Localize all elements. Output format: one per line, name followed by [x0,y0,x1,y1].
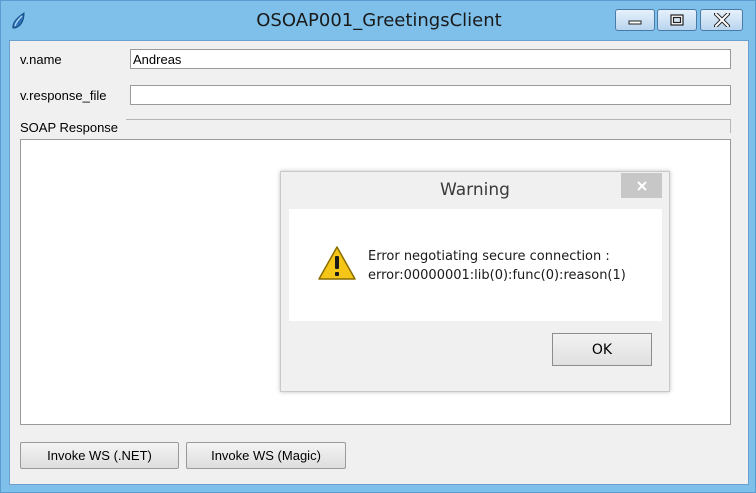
ok-button[interactable]: OK [552,333,652,366]
soap-response-group-border [126,119,731,133]
response-file-input[interactable] [130,85,731,105]
soap-response-label: SOAP Response [20,120,119,135]
dialog-close-button[interactable] [621,173,662,198]
maximize-icon [670,14,684,26]
invoke-ws-net-button[interactable]: Invoke WS (.NET) [20,442,179,469]
warning-dialog: Warning Error negotiating secure connect… [280,171,670,392]
response-file-label: v.response_file [20,88,107,103]
dialog-message-line1: Error negotiating secure connection : [368,249,610,264]
minimize-icon [628,20,642,25]
dialog-message-line2: error:00000001:lib(0):func(0):reason(1) [368,268,626,283]
invoke-ws-magic-button[interactable]: Invoke WS (Magic) [186,442,346,469]
maximize-button[interactable] [657,9,697,31]
name-input[interactable] [130,49,731,69]
name-label: v.name [20,52,62,67]
warning-icon [317,245,357,285]
close-icon [713,13,730,27]
close-icon [636,180,647,191]
main-window: OSOAP001_GreetingsClient v.name v.respon… [0,0,756,493]
close-button[interactable] [700,9,743,31]
title-bar[interactable]: OSOAP001_GreetingsClient [1,1,756,41]
dialog-message: Error negotiating secure connection : er… [368,247,626,285]
dialog-title: Warning [440,180,510,200]
dialog-body: Error negotiating secure connection : er… [289,209,662,321]
minimize-button[interactable] [615,9,655,31]
